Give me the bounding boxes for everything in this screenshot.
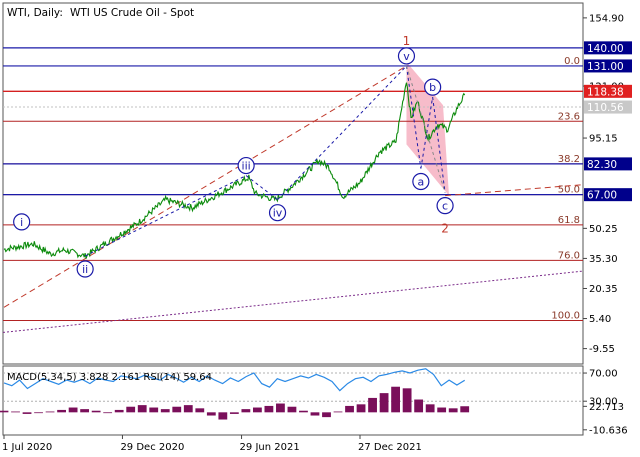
price-level-tag-label: 131.00 <box>587 61 624 73</box>
time-tick-label: 1 Jul 2020 <box>2 442 52 453</box>
price-tick-label: 20.35 <box>589 284 618 295</box>
wave-label-text: v <box>403 50 410 63</box>
macd-histogram-bar <box>322 412 331 418</box>
macd-histogram-bar <box>425 404 435 413</box>
macd-histogram-bar <box>252 407 262 413</box>
macd-histogram-bar <box>276 403 285 413</box>
indicator-tick-label: -10.636 <box>589 425 628 436</box>
macd-histogram-bar <box>22 412 32 414</box>
macd-histogram-bar <box>310 412 320 416</box>
price-level-tag-label: 82.30 <box>587 159 617 171</box>
macd-histogram-bar <box>34 412 43 414</box>
macd-histogram-bar <box>80 409 90 413</box>
macd-histogram-bar <box>264 405 274 413</box>
macd-histogram-bar <box>137 405 147 413</box>
macd-histogram-bar <box>45 411 55 413</box>
macd-histogram-bar <box>126 406 136 413</box>
macd-histogram-bar <box>114 409 124 413</box>
time-axis: 1 Jul 2020 29 Dec 2020 29 Jun 2021 27 Dec 2… <box>2 435 422 453</box>
wave-label-text: b <box>429 81 436 94</box>
fib-level-label: 23.6 <box>558 111 580 122</box>
macd-histogram-bar <box>333 411 343 413</box>
price-tick-label: 50.25 <box>589 224 618 235</box>
chart: 154.90121.0095.1550.2535.3020.355.40-9.5… <box>0 2 632 453</box>
price-tick-label: 154.90 <box>589 13 624 24</box>
macd-histogram-bar <box>218 412 228 420</box>
price-tick-label: 35.30 <box>589 254 618 265</box>
price-tick-label: 95.15 <box>589 134 618 145</box>
macd-histogram-bar <box>299 410 308 413</box>
wave-label-text: iv <box>273 207 283 220</box>
macd-histogram-bar <box>437 407 447 413</box>
fib-level-label: 38.2 <box>558 154 580 165</box>
price-level-tag-label: 110.56 <box>587 102 624 114</box>
indicator-tick-label: 30.00 <box>589 397 618 408</box>
macd-histogram-bar <box>195 408 205 413</box>
fib-level-label: 100.0 <box>551 311 580 322</box>
macd-histogram-bar <box>345 405 354 413</box>
macd-histogram-bar <box>91 410 101 413</box>
main-pane <box>2 2 584 365</box>
chart-title: WTI US Crude Oil - Spot <box>70 7 194 19</box>
price-tick-label: -9.55 <box>589 344 615 355</box>
chart-symbol: WTI, Daily: <box>7 7 63 19</box>
macd-histogram-bar <box>368 397 377 413</box>
macd-histogram-bar <box>160 409 170 413</box>
price-level-tag-label: 140.00 <box>587 43 624 55</box>
macd-histogram-bar <box>183 405 193 413</box>
fib-level-label: 50.0 <box>558 185 580 196</box>
price-tick-label: 5.40 <box>589 314 611 325</box>
indicator-label: MACD(5,34,5) 3.828 2.161 RSI(14) 59.64 <box>7 372 212 383</box>
wave-label-text: ii <box>82 263 88 276</box>
macd-histogram-bar <box>68 407 78 413</box>
price-level-tag-label: 118.38 <box>587 86 624 98</box>
wave-label-text: i <box>20 216 23 229</box>
indicator-tick-label: 70.00 <box>589 369 618 380</box>
wave-degree-label: 1 <box>403 34 411 48</box>
price-level-tag-label: 67.00 <box>587 190 617 202</box>
macd-histogram-bar <box>11 411 20 413</box>
macd-histogram-bar <box>57 409 66 413</box>
macd-histogram-bar <box>379 393 389 413</box>
fib-level-label: 76.0 <box>558 250 580 261</box>
macd-histogram-bar <box>229 412 239 414</box>
fib-level-label: 0.0 <box>564 56 580 67</box>
time-tick-label: 29 Dec 2020 <box>120 442 184 453</box>
time-tick-label: 29 Jun 2021 <box>240 442 300 453</box>
time-tick-label: 27 Dec 2021 <box>358 442 422 453</box>
wave-label-text: a <box>417 176 424 189</box>
wave-label-text: iii <box>242 160 251 173</box>
macd-histogram-bar <box>0 410 9 413</box>
macd-histogram-bar <box>402 388 412 413</box>
macd-histogram-bar <box>172 406 182 413</box>
macd-histogram-bar <box>356 404 366 413</box>
price-level-tags: 140.00 131.00 118.38 110.56 82.30 67.00 <box>584 41 632 202</box>
macd-histogram-bar <box>241 409 251 413</box>
macd-histogram-bar <box>460 406 470 413</box>
wave-label-text: c <box>442 200 448 213</box>
fib-level-label: 61.8 <box>558 215 580 226</box>
macd-histogram-bar <box>448 408 458 413</box>
macd-histogram-bar <box>206 412 216 416</box>
wave-degree-label: 2 <box>441 222 449 236</box>
macd-histogram-bar <box>414 399 424 413</box>
macd-histogram-bar <box>391 386 400 413</box>
macd-histogram-bar <box>287 406 297 413</box>
macd-histogram-bar <box>149 407 159 413</box>
macd-histogram-bar <box>103 412 113 414</box>
